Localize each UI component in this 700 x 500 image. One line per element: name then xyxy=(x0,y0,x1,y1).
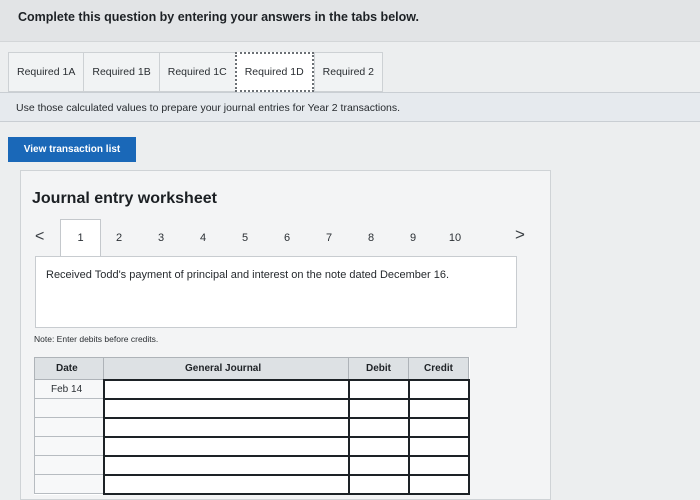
previous-icon[interactable]: < xyxy=(35,228,44,246)
date-cell xyxy=(34,398,104,418)
tab-required-2[interactable]: Required 2 xyxy=(313,52,384,92)
journal-entry-worksheet: Journal entry worksheet < 1 2 3 4 5 6 7 … xyxy=(20,170,551,500)
account-field[interactable] xyxy=(102,454,350,476)
credit-field[interactable] xyxy=(407,473,470,495)
account-field[interactable] xyxy=(102,378,350,400)
tab-required-1a[interactable]: Required 1A xyxy=(8,52,84,92)
account-field[interactable] xyxy=(102,397,350,419)
account-field[interactable] xyxy=(102,473,350,495)
date-cell xyxy=(34,436,104,456)
page-tab-10[interactable]: 10 xyxy=(445,232,465,244)
next-icon[interactable]: > xyxy=(515,225,525,245)
debit-field[interactable] xyxy=(347,378,410,400)
credit-field[interactable] xyxy=(407,397,470,419)
instruction-text: Complete this question by entering your … xyxy=(18,10,419,24)
requirement-tabs: Required 1A Required 1B Required 1C Requ… xyxy=(8,52,384,92)
debit-field[interactable] xyxy=(347,435,410,457)
date-cell xyxy=(34,455,104,475)
credit-field[interactable] xyxy=(407,416,470,438)
column-header-date: Date xyxy=(34,357,104,380)
view-transaction-list-button[interactable]: View transaction list xyxy=(8,137,136,162)
debit-field[interactable] xyxy=(347,473,410,495)
debit-field[interactable] xyxy=(347,416,410,438)
table-row xyxy=(34,435,470,457)
column-header-debit: Debit xyxy=(348,357,409,380)
page-tab-3[interactable]: 3 xyxy=(151,232,171,244)
page-tab-1[interactable]: 1 xyxy=(60,219,101,257)
info-bar: Use those calculated values to prepare y… xyxy=(0,92,700,122)
entry-note: Note: Enter debits before credits. xyxy=(34,334,159,344)
table-row xyxy=(34,454,470,476)
debit-field[interactable] xyxy=(347,454,410,476)
page-tab-2[interactable]: 2 xyxy=(109,232,129,244)
page-tab-8[interactable]: 8 xyxy=(361,232,381,244)
page-tab-9[interactable]: 9 xyxy=(403,232,423,244)
page-tab-7[interactable]: 7 xyxy=(319,232,339,244)
credit-field[interactable] xyxy=(407,435,470,457)
credit-field[interactable] xyxy=(407,454,470,476)
table-row xyxy=(34,397,470,419)
worksheet-title: Journal entry worksheet xyxy=(32,190,217,207)
column-header-general-journal: General Journal xyxy=(103,357,349,380)
date-cell xyxy=(34,417,104,437)
info-text: Use those calculated values to prepare y… xyxy=(16,102,401,114)
tab-required-1d[interactable]: Required 1D xyxy=(234,52,314,92)
transaction-description: Received Todd's payment of principal and… xyxy=(35,256,517,328)
date-cell xyxy=(34,474,104,494)
page-tab-5[interactable]: 5 xyxy=(235,232,255,244)
page-tab-4[interactable]: 4 xyxy=(193,232,213,244)
debit-field[interactable] xyxy=(347,397,410,419)
transaction-description-text: Received Todd's payment of principal and… xyxy=(46,269,450,281)
table-row xyxy=(34,416,470,438)
credit-field[interactable] xyxy=(407,378,470,400)
account-field[interactable] xyxy=(102,416,350,438)
table-row xyxy=(34,473,470,495)
tab-required-1b[interactable]: Required 1B xyxy=(83,52,159,92)
tab-required-1c[interactable]: Required 1C xyxy=(158,52,235,92)
column-header-credit: Credit xyxy=(408,357,469,380)
journal-table: Date General Journal Debit Credit Feb 14 xyxy=(34,357,470,495)
account-field[interactable] xyxy=(102,435,350,457)
instruction-bar: Complete this question by entering your … xyxy=(0,0,700,42)
table-row: Feb 14 xyxy=(34,378,470,400)
date-cell: Feb 14 xyxy=(34,379,104,399)
page-tab-6[interactable]: 6 xyxy=(277,232,297,244)
